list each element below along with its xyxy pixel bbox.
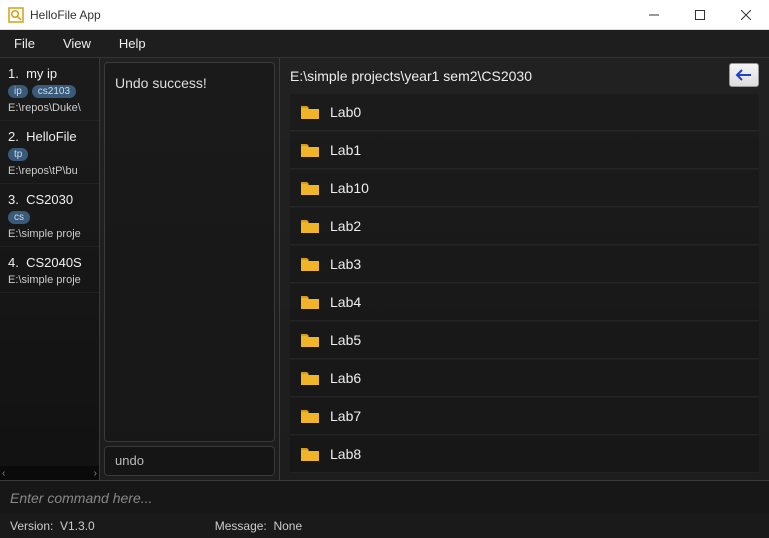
sidebar-item-title: CS2030 bbox=[26, 192, 73, 207]
menu-file[interactable]: File bbox=[14, 36, 35, 51]
tag: cs2103 bbox=[32, 85, 76, 98]
file-row[interactable]: Lab5 bbox=[290, 322, 759, 359]
folder-icon bbox=[300, 370, 320, 386]
folder-icon bbox=[300, 294, 320, 310]
command-input[interactable] bbox=[10, 490, 759, 506]
tag: tp bbox=[8, 148, 28, 161]
current-path: E:\simple projects\year1 sem2\CS2030 bbox=[290, 68, 532, 84]
file-name: Lab2 bbox=[330, 218, 361, 234]
back-button[interactable] bbox=[729, 63, 759, 87]
file-name: Lab5 bbox=[330, 332, 361, 348]
sidebar-item[interactable]: 3. CS2030 cs E:\simple proje bbox=[0, 184, 99, 247]
last-command: undo bbox=[104, 446, 275, 476]
window-title: HelloFile App bbox=[30, 8, 101, 22]
arrow-left-icon bbox=[735, 69, 753, 81]
tag: ip bbox=[8, 85, 28, 98]
file-name: Lab0 bbox=[330, 104, 361, 120]
minimize-button[interactable] bbox=[631, 0, 677, 30]
sidebar-item[interactable]: 1. my ip ip cs2103 E:\repos\Duke\ bbox=[0, 58, 99, 121]
sidebar-item-title: my ip bbox=[26, 66, 57, 81]
file-row[interactable]: Lab10 bbox=[290, 170, 759, 207]
sidebar-scrollbar[interactable]: ‹ › bbox=[0, 466, 99, 480]
folder-icon bbox=[300, 218, 320, 234]
main-panel: E:\simple projects\year1 sem2\CS2030 Lab… bbox=[280, 58, 769, 480]
folder-icon bbox=[300, 446, 320, 462]
menu-view[interactable]: View bbox=[63, 36, 91, 51]
sidebar-item-title: CS2040S bbox=[26, 255, 82, 270]
file-row[interactable]: Lab7 bbox=[290, 398, 759, 435]
sidebar-item-index: 4. bbox=[8, 255, 19, 270]
folder-icon bbox=[300, 332, 320, 348]
status-bar: Version: V1.3.0 Message: None bbox=[0, 514, 769, 538]
file-row[interactable]: Lab2 bbox=[290, 208, 759, 245]
sidebar-item-index: 2. bbox=[8, 129, 19, 144]
file-row[interactable]: Lab8 bbox=[290, 436, 759, 473]
scroll-left-icon[interactable]: ‹ bbox=[2, 468, 5, 479]
close-button[interactable] bbox=[723, 0, 769, 30]
file-name: Lab1 bbox=[330, 142, 361, 158]
version: Version: V1.3.0 bbox=[10, 519, 95, 533]
folder-icon bbox=[300, 142, 320, 158]
sidebar-item[interactable]: 4. CS2040S E:\simple proje bbox=[0, 247, 99, 293]
menu-help[interactable]: Help bbox=[119, 36, 146, 51]
window-controls bbox=[631, 0, 769, 30]
file-row[interactable]: Lab0 bbox=[290, 94, 759, 131]
maximize-button[interactable] bbox=[677, 0, 723, 30]
sidebar-item-path: E:\repos\Duke\ bbox=[8, 102, 93, 114]
result-message: Undo success! bbox=[104, 62, 275, 442]
titlebar: HelloFile App bbox=[0, 0, 769, 30]
scroll-right-icon[interactable]: › bbox=[94, 468, 97, 479]
folder-icon bbox=[300, 104, 320, 120]
folder-icon bbox=[300, 408, 320, 424]
folder-icon bbox=[300, 180, 320, 196]
sidebar-item[interactable]: 2. HelloFile tp E:\repos\tP\bu bbox=[0, 121, 99, 184]
tag: cs bbox=[8, 211, 30, 224]
result-panel: Undo success! undo bbox=[100, 58, 280, 480]
sidebar-item-index: 3. bbox=[8, 192, 19, 207]
file-row[interactable]: Lab1 bbox=[290, 132, 759, 169]
app-icon bbox=[8, 7, 24, 23]
sidebar-item-path: E:\simple proje bbox=[8, 274, 93, 286]
path-header: E:\simple projects\year1 sem2\CS2030 bbox=[280, 58, 769, 94]
file-row[interactable]: Lab6 bbox=[290, 360, 759, 397]
file-name: Lab4 bbox=[330, 294, 361, 310]
sidebar-item-title: HelloFile bbox=[26, 129, 77, 144]
file-name: Lab10 bbox=[330, 180, 369, 196]
sidebar-item-index: 1. bbox=[8, 66, 19, 81]
file-name: Lab6 bbox=[330, 370, 361, 386]
sidebar-item-path: E:\repos\tP\bu bbox=[8, 165, 93, 177]
menubar: File View Help bbox=[0, 30, 769, 58]
sidebar-item-path: E:\simple proje bbox=[8, 228, 93, 240]
file-list: Lab0 Lab1 Lab10 Lab2 Lab3 Lab4 Lab5 Lab6… bbox=[280, 94, 769, 480]
status-message: Message: None bbox=[215, 519, 302, 533]
file-row[interactable]: Lab4 bbox=[290, 284, 759, 321]
file-row[interactable]: Lab3 bbox=[290, 246, 759, 283]
file-name: Lab8 bbox=[330, 446, 361, 462]
file-name: Lab7 bbox=[330, 408, 361, 424]
file-name: Lab3 bbox=[330, 256, 361, 272]
sidebar: 1. my ip ip cs2103 E:\repos\Duke\ 2. Hell… bbox=[0, 58, 100, 480]
command-bar bbox=[0, 480, 769, 514]
folder-icon bbox=[300, 256, 320, 272]
